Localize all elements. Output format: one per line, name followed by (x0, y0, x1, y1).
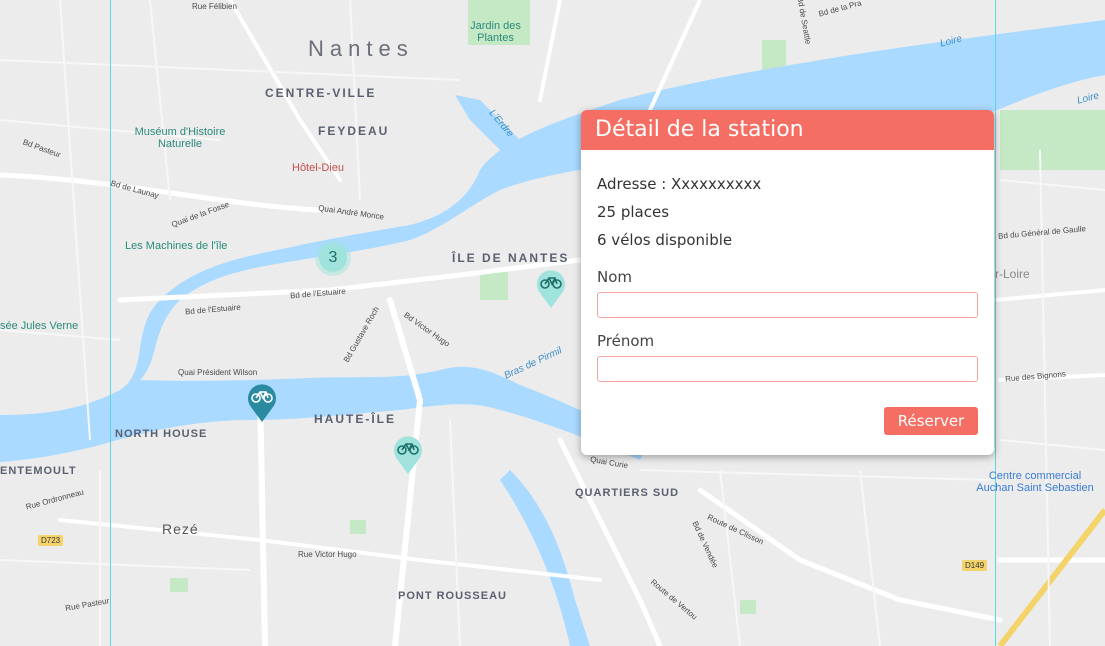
station-marker[interactable] (536, 268, 566, 308)
district-haute-ile: HAUTE-ÎLE (314, 412, 396, 426)
street-label: Quai Président Wilson (178, 368, 258, 377)
district-centre-ville: CENTRE-VILLE (265, 86, 377, 100)
nom-label: Nom (597, 268, 633, 286)
place-reze: Rezé (162, 521, 199, 537)
street-label: Rue Félibien (192, 2, 237, 11)
district-pont-rousseau: PONT ROUSSEAU (398, 590, 507, 602)
panel-title: Détail de la station (581, 110, 994, 150)
guide-line-right (995, 0, 996, 646)
place-musee-jules-verne: sée Jules Verne (0, 320, 79, 332)
place-sur-loire: r-Loire (995, 267, 1030, 281)
place-auchan: Centre commercial Auchan Saint Sebastien (976, 470, 1094, 494)
station-bikes: 6 vélos disponible (597, 231, 733, 249)
station-cluster[interactable]: 3 (319, 244, 347, 272)
station-places: 25 places (597, 203, 670, 221)
road-badge-d723: D723 (38, 535, 64, 546)
station-detail-panel: Détail de la station Adresse : Xxxxxxxxx… (581, 110, 994, 455)
district-entemoult: ENTEMOULT (0, 465, 77, 477)
panel-body: Adresse : Xxxxxxxxxx 25 places 6 vélos d… (581, 150, 994, 382)
place-museum: Muséum d'Histoire Naturelle (134, 126, 226, 150)
place-jardin-des-plantes: Jardin des Plantes (470, 20, 521, 44)
reserve-button[interactable]: Réserver (884, 407, 978, 435)
street-label: Rue Victor Hugo (298, 550, 357, 559)
district-quartiers-sud: QUARTIERS SUD (575, 487, 680, 499)
station-marker-selected[interactable] (247, 382, 277, 422)
nom-input[interactable] (597, 292, 978, 318)
road-badge-d149: D149 (962, 560, 988, 571)
district-feydeau: FEYDEAU (318, 124, 390, 138)
station-marker[interactable] (393, 434, 423, 474)
prenom-label: Prénom (597, 332, 655, 350)
station-address: Adresse : Xxxxxxxxxx (597, 175, 762, 193)
prenom-input[interactable] (597, 356, 978, 382)
district-north-house: NORTH HOUSE (115, 428, 208, 440)
guide-line-left (110, 0, 111, 646)
district-ile-de-nantes: ÎLE DE NANTES (452, 251, 570, 265)
place-hotel-dieu: Hôtel-Dieu (292, 162, 344, 174)
place-machines-ile: Les Machines de l'île (125, 240, 228, 252)
city-label: Nantes (308, 36, 414, 61)
